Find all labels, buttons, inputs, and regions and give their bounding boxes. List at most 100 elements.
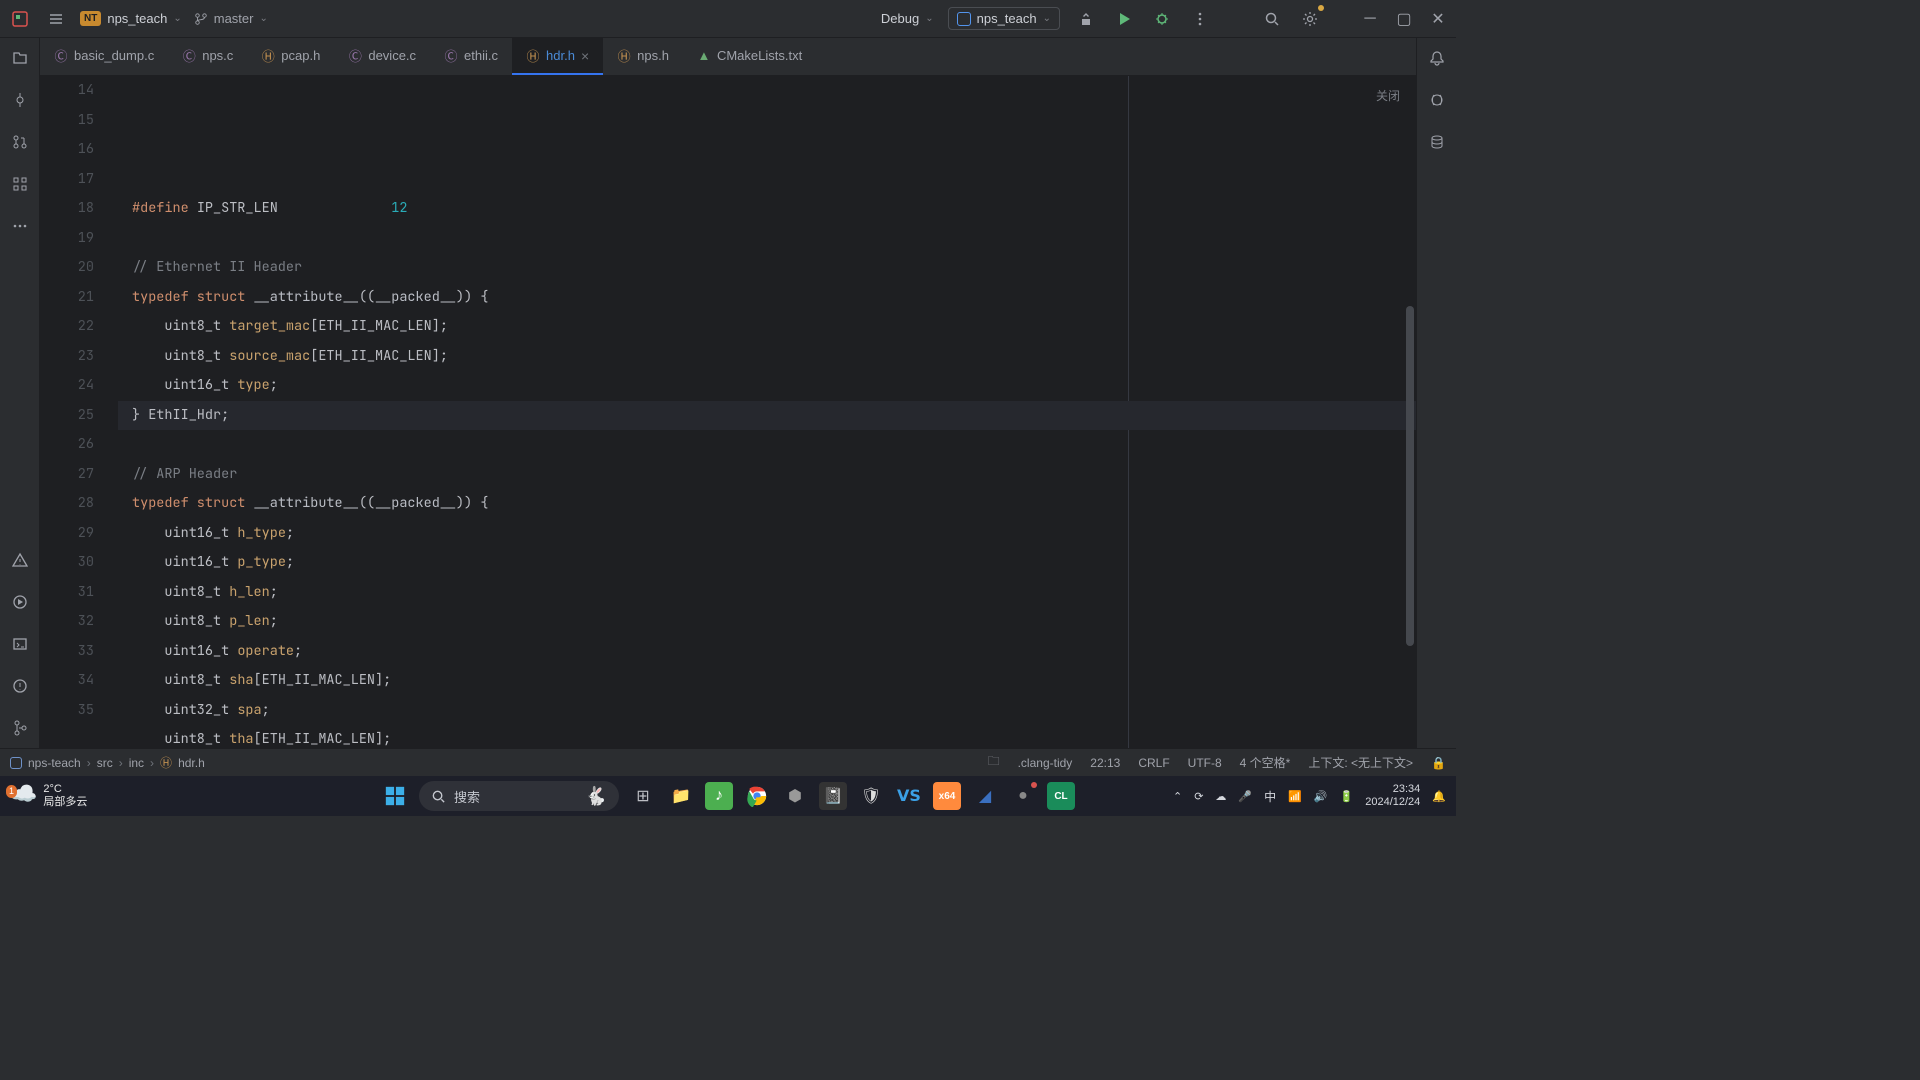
clang-tidy-label[interactable]: .clang-tidy <box>1018 756 1073 770</box>
editor-tab[interactable]: Ⓒdevice.c <box>334 38 430 75</box>
line-number[interactable]: 33 <box>40 637 94 667</box>
folder-icon[interactable]: 🗀 <box>988 752 1000 773</box>
line-number[interactable]: 16 <box>40 135 94 165</box>
minimize-button[interactable]: ─ <box>1360 10 1380 28</box>
code-line[interactable]: // Ethernet II Header <box>118 253 1416 283</box>
line-number[interactable]: 14 <box>40 76 94 106</box>
line-number[interactable]: 20 <box>40 253 94 283</box>
line-separator[interactable]: CRLF <box>1138 756 1169 770</box>
task-view-icon[interactable]: ⊞ <box>629 782 657 810</box>
line-number[interactable]: 17 <box>40 165 94 195</box>
pull-requests-icon[interactable] <box>8 130 32 154</box>
line-number[interactable]: 29 <box>40 519 94 549</box>
clion-icon[interactable]: CL <box>1047 782 1075 810</box>
volume-icon[interactable]: 🔊 <box>1314 790 1328 803</box>
code-line[interactable]: uint16_t type; <box>118 371 1416 401</box>
tray-expand-icon[interactable]: ⌃ <box>1173 790 1182 803</box>
main-menu-icon[interactable] <box>44 7 68 31</box>
project-tool-icon[interactable] <box>8 46 32 70</box>
breadcrumb-item[interactable]: hdr.h <box>178 756 205 770</box>
line-number[interactable]: 21 <box>40 283 94 313</box>
line-number[interactable]: 24 <box>40 371 94 401</box>
onedrive-icon[interactable]: ☁ <box>1215 790 1226 803</box>
chrome-icon[interactable] <box>743 782 771 810</box>
code-line[interactable]: // ARP Header <box>118 460 1416 490</box>
code-line[interactable]: uint8_t source_mac[ETH_II_MAC_LEN]; <box>118 342 1416 372</box>
close-button[interactable]: ✕ <box>1428 9 1448 29</box>
code-content[interactable]: #define IP_STR_LEN 12 // Ethernet II Head… <box>118 76 1416 748</box>
line-number[interactable]: 28 <box>40 489 94 519</box>
code-line[interactable]: #define IP_STR_LEN 12 <box>118 194 1416 224</box>
line-number[interactable]: 18 <box>40 194 94 224</box>
code-line[interactable]: typedef struct __attribute__((__packed__… <box>118 489 1416 519</box>
code-line[interactable]: } EthII_Hdr; <box>118 401 1416 431</box>
line-number[interactable]: 22 <box>40 312 94 342</box>
notifications-icon[interactable]: 🔔 <box>1432 790 1446 803</box>
app-icon[interactable]: x64 <box>933 782 961 810</box>
breadcrumb-item[interactable]: inc <box>129 756 144 770</box>
app-icon[interactable]: ◢ <box>971 782 999 810</box>
sync-icon[interactable]: ⟳ <box>1194 790 1203 803</box>
editor-tab[interactable]: Ⓒnps.c <box>168 38 247 75</box>
code-line[interactable]: uint32_t spa; <box>118 696 1416 726</box>
run-button[interactable] <box>1112 7 1136 31</box>
taskbar-search[interactable]: 搜索 🐇 <box>419 781 619 811</box>
app-icon[interactable]: 📓 <box>819 782 847 810</box>
editor-tab[interactable]: Ⓒethii.c <box>430 38 512 75</box>
problems-tool-icon[interactable] <box>8 548 32 572</box>
file-encoding[interactable]: UTF-8 <box>1188 756 1222 770</box>
build-button[interactable] <box>1074 7 1098 31</box>
vcs-tool-icon[interactable] <box>8 716 32 740</box>
line-number[interactable]: 31 <box>40 578 94 608</box>
commit-tool-icon[interactable] <box>8 88 32 112</box>
code-editor[interactable]: 1415161718192021222324252627282930313233… <box>40 76 1416 748</box>
code-line[interactable]: uint8_t h_len; <box>118 578 1416 608</box>
code-line[interactable]: uint8_t sha[ETH_II_MAC_LEN]; <box>118 666 1416 696</box>
maximize-button[interactable]: ▢ <box>1394 9 1414 29</box>
more-actions-icon[interactable] <box>1188 7 1212 31</box>
app-icon[interactable]: 🛡 <box>857 782 885 810</box>
lock-icon[interactable]: 🔒 <box>1431 756 1446 770</box>
code-line[interactable] <box>118 224 1416 254</box>
editor-close-label[interactable]: 关闭 <box>1376 82 1400 112</box>
line-number[interactable]: 30 <box>40 548 94 578</box>
breadcrumb-item[interactable]: nps-teach <box>28 756 81 770</box>
code-line[interactable]: uint16_t p_type; <box>118 548 1416 578</box>
code-line[interactable] <box>118 165 1416 195</box>
breadcrumb-item[interactable]: src <box>97 756 113 770</box>
battery-icon[interactable]: 🔋 <box>1340 790 1354 803</box>
line-number[interactable]: 15 <box>40 106 94 136</box>
event-log-icon[interactable] <box>8 674 32 698</box>
code-line[interactable]: uint16_t operate; <box>118 637 1416 667</box>
database-tool-icon[interactable] <box>1425 130 1449 154</box>
line-number[interactable]: 27 <box>40 460 94 490</box>
settings-icon[interactable] <box>1298 7 1322 31</box>
line-number[interactable]: 34 <box>40 666 94 696</box>
line-number[interactable]: 23 <box>40 342 94 372</box>
app-icon[interactable]: ● <box>1009 782 1037 810</box>
line-gutter[interactable]: 1415161718192021222324252627282930313233… <box>40 76 118 748</box>
editor-tab[interactable]: ▲CMakeLists.txt <box>683 38 816 75</box>
editor-tab[interactable]: Ⓗnps.h <box>603 38 683 75</box>
code-line[interactable]: uint8_t target_mac[ETH_II_MAC_LEN]; <box>118 312 1416 342</box>
ai-assistant-icon[interactable] <box>1425 88 1449 112</box>
project-selector[interactable]: NT nps_teach ⌄ <box>80 11 182 26</box>
wifi-icon[interactable]: 📶 <box>1288 790 1302 803</box>
services-tool-icon[interactable] <box>8 590 32 614</box>
line-number[interactable]: 35 <box>40 696 94 726</box>
app-logo-icon[interactable] <box>8 7 32 31</box>
code-line[interactable] <box>118 430 1416 460</box>
code-line[interactable]: typedef struct __attribute__((__packed__… <box>118 283 1416 313</box>
search-everywhere-icon[interactable] <box>1260 7 1284 31</box>
terminal-tool-icon[interactable] <box>8 632 32 656</box>
app-icon[interactable]: ⬢ <box>781 782 809 810</box>
line-number[interactable]: 32 <box>40 607 94 637</box>
code-line[interactable]: uint16_t h_type; <box>118 519 1416 549</box>
structure-tool-icon[interactable] <box>8 172 32 196</box>
vscode-icon[interactable]: 𝗩𝗦 <box>895 782 923 810</box>
code-line[interactable]: uint8_t tha[ETH_II_MAC_LEN]; <box>118 725 1416 748</box>
mic-icon[interactable]: 🎤 <box>1238 790 1252 803</box>
explorer-icon[interactable]: 📁 <box>667 782 695 810</box>
debug-config-selector[interactable]: Debug ⌄ <box>881 11 934 26</box>
indent-setting[interactable]: 4 个空格* <box>1240 754 1291 771</box>
